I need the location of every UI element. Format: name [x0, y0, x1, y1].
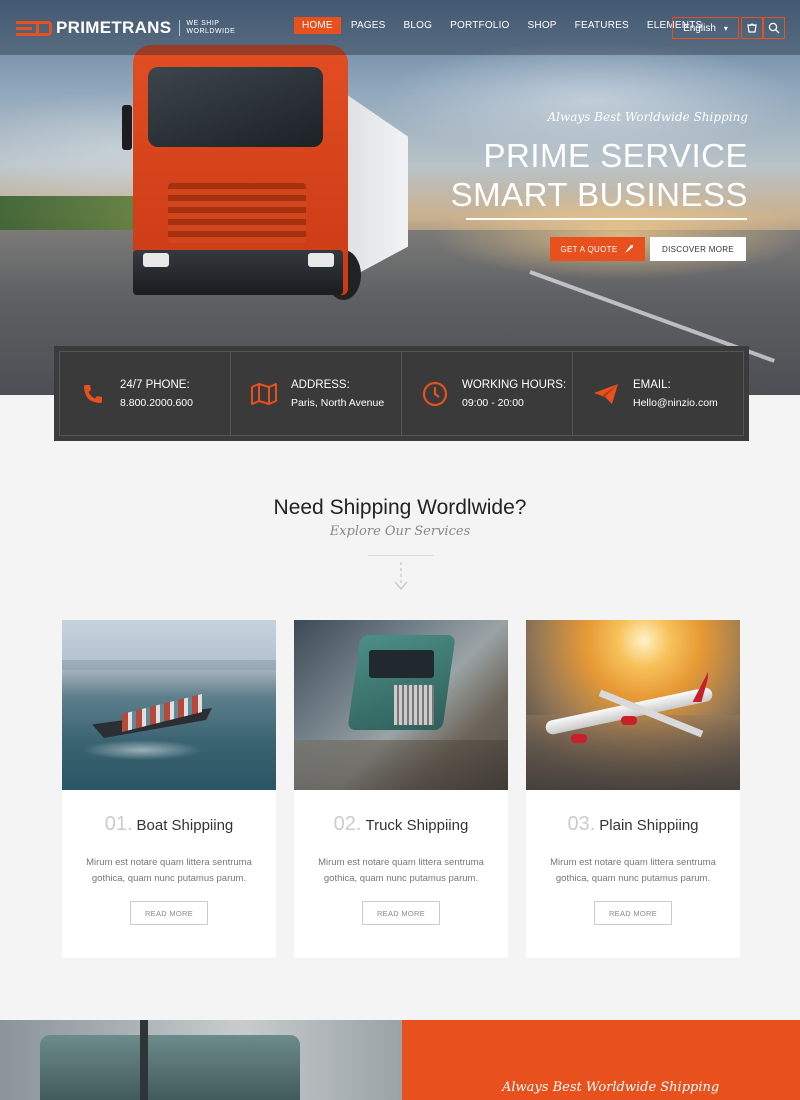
language-selected: English [683, 22, 716, 34]
nav-pages[interactable]: PAGES [343, 17, 394, 34]
logo[interactable]: PRIMETRANS WE SHIP WORLDWIDE [16, 18, 235, 38]
boat-image [62, 620, 276, 790]
service-card-plane: 03. Plain Shippiing Mirum est notare quam… [526, 620, 740, 958]
services-divider [368, 555, 434, 556]
header: PRIMETRANS WE SHIP WORLDWIDE HOME PAGES … [0, 0, 800, 55]
contact-bar: 24/7 PHONE: 8.800.2000.600 ADDRESS: Pari… [54, 346, 749, 441]
map-icon [249, 379, 279, 409]
truck-mirror [122, 105, 132, 150]
plane-card-heading: 03. Plain Shippiing [526, 813, 740, 836]
get-a-quote-button[interactable]: GET A QUOTE [550, 237, 645, 261]
plane-card-title: Plain Shippiing [599, 817, 699, 834]
service-card-truck: 02. Truck Shippiing Mirum est notare quam… [294, 620, 508, 958]
truck-card-heading: 02. Truck Shippiing [294, 813, 508, 836]
contact-address-value: Paris, North Avenue [291, 396, 385, 409]
hero-title: PRIME SERVICE SMART BUSINESS [451, 136, 748, 214]
bottom-kicker: Always Best Worldwide Shipping [502, 1080, 720, 1095]
hero-banner: Always Best Worldwide Shipping PRIME SER… [0, 0, 800, 395]
plane-read-more-button[interactable]: READ MORE [594, 901, 672, 925]
nav-blog[interactable]: BLOG [396, 17, 441, 34]
logo-tagline-line-1: WE SHIP [186, 20, 220, 27]
contact-email-label: EMAIL: [633, 378, 671, 391]
contact-address-label: ADDRESS: [291, 378, 350, 391]
rocket-icon [624, 244, 634, 254]
hero-truck-image [122, 45, 418, 300]
arrow-down-icon [392, 560, 410, 597]
phone-icon [78, 379, 108, 409]
hero-title-line-2: SMART BUSINESS [450, 176, 748, 213]
contact-phone-value[interactable]: 8.800.2000.600 [120, 397, 193, 409]
truck-windshield [148, 67, 323, 147]
boat-read-more-button[interactable]: READ MORE [130, 901, 208, 925]
contact-phone: 24/7 PHONE: 8.800.2000.600 [59, 351, 231, 436]
services-title: Need Shipping Wordlwide? [273, 496, 527, 519]
services-subtitle: Explore Our Services [329, 524, 471, 539]
logo-text: PRIMETRANS [56, 18, 172, 37]
main-nav: HOME PAGES BLOG PORTFOLIO SHOP FEATURES … [294, 17, 712, 34]
cart-button[interactable] [741, 17, 763, 39]
truck-read-more-button[interactable]: READ MORE [362, 901, 440, 925]
truck-grille [168, 183, 306, 243]
bottom-promo: Always Best Worldwide Shipping [402, 1020, 800, 1100]
contact-email-value[interactable]: Hello@ninzio.com [633, 397, 718, 409]
search-button[interactable] [763, 17, 785, 39]
truck-card-description: Mirum est notare quam littera sentruma g… [318, 857, 484, 884]
boat-card-description: Mirum est notare quam littera sentruma g… [86, 857, 252, 884]
hero-divider [466, 218, 747, 220]
get-a-quote-label: GET A QUOTE [560, 244, 618, 254]
contact-address: ADDRESS: Paris, North Avenue [231, 351, 402, 436]
chevron-down-icon: ▾ [723, 23, 728, 33]
boat-card-number: 01. [104, 813, 133, 835]
nav-portfolio[interactable]: PORTFOLIO [442, 17, 517, 34]
hero-kicker: Always Best Worldwide Shipping [547, 110, 748, 124]
hero-title-line-1: PRIME SERVICE [483, 137, 748, 174]
bottom-truck-image [0, 1020, 402, 1100]
truck-headlight [143, 253, 169, 267]
cart-icon [746, 22, 758, 34]
logo-icon [16, 19, 52, 37]
plane-card-number: 03. [567, 813, 596, 835]
logo-tagline: WE SHIP WORLDWIDE [179, 20, 235, 36]
service-card-boat: 01. Boat Shippiing Mirum est notare quam … [62, 620, 276, 958]
plane-image [526, 620, 740, 790]
boat-card-heading: 01. Boat Shippiing [62, 813, 276, 836]
truck-card-number: 02. [333, 813, 362, 835]
contact-hours-label: WORKING HOURS: [462, 378, 567, 391]
truck-image [294, 620, 508, 790]
truck-card-title: Truck Shippiing [365, 817, 469, 834]
nav-features[interactable]: FEATURES [567, 17, 637, 34]
contact-phone-label: 24/7 PHONE: [120, 378, 190, 391]
discover-more-button[interactable]: DISCOVER MORE [650, 237, 746, 261]
plane-card-description: Mirum est notare quam littera sentruma g… [550, 857, 716, 884]
truck-headlight [308, 253, 334, 267]
contact-hours-value: 09:00 - 20:00 [462, 396, 524, 409]
logo-tagline-line-2: WORLDWIDE [186, 28, 236, 35]
paper-plane-icon [591, 379, 621, 409]
nav-shop[interactable]: SHOP [520, 17, 565, 34]
contact-email: EMAIL: Hello@ninzio.com [573, 351, 744, 436]
language-select[interactable]: English ▾ [672, 17, 739, 39]
boat-card-title: Boat Shippiing [136, 817, 234, 834]
clock-icon [420, 379, 450, 409]
nav-home[interactable]: HOME [294, 17, 341, 34]
search-icon [768, 22, 780, 34]
contact-hours: WORKING HOURS: 09:00 - 20:00 [402, 351, 573, 436]
